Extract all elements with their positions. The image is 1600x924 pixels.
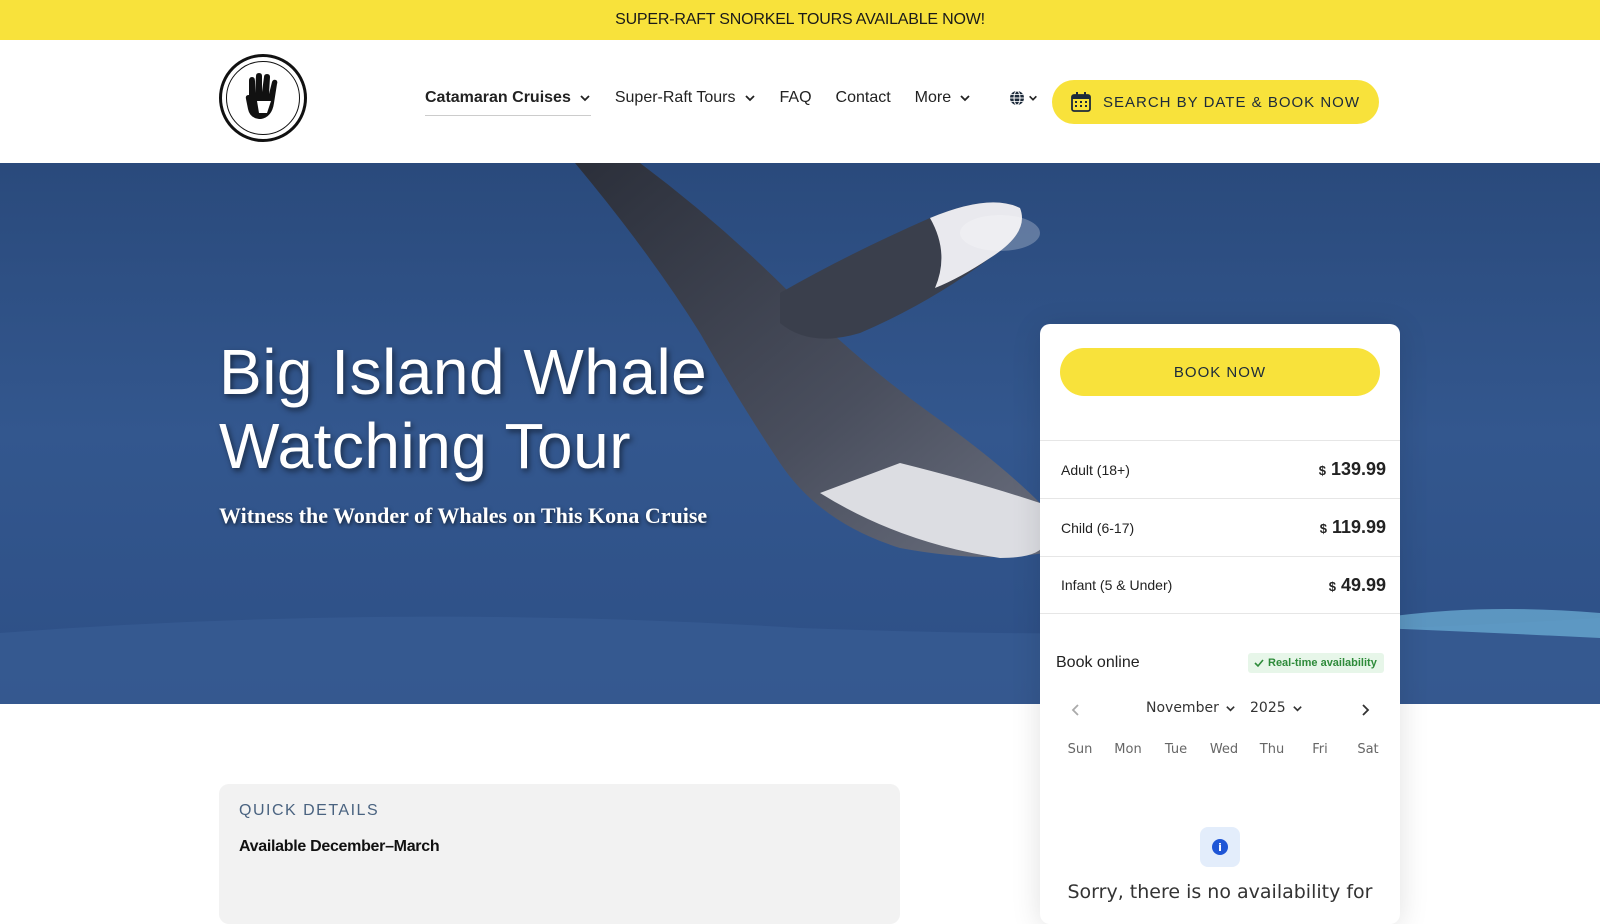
year-value: 2025 — [1250, 700, 1286, 716]
announcement-text[interactable]: SUPER-RAFT SNORKEL TOURS AVAILABLE NOW! — [615, 11, 985, 29]
price-label: Adult (18+) — [1061, 461, 1130, 478]
book-online-heading: Book online — [1056, 654, 1140, 671]
main-nav: Catamaran Cruises Super-Raft Tours FAQ C… — [425, 86, 1038, 116]
booking-widget: BOOK NOW Adult (18+) $139.99 Child (6-17… — [1040, 324, 1400, 924]
price-amount: 49.99 — [1340, 574, 1386, 595]
month-value: November — [1146, 700, 1219, 716]
nav-super-raft-tours[interactable]: Super-Raft Tours — [615, 86, 756, 110]
nav-label: Super-Raft Tours — [614, 89, 736, 106]
weekday-label: Sun — [1067, 742, 1093, 757]
nav-label: Contact — [835, 89, 891, 106]
chevron-down-icon — [744, 95, 755, 102]
price-label: Child (6-17) — [1061, 519, 1135, 536]
currency-symbol: $ — [1319, 521, 1327, 536]
globe-icon — [1010, 90, 1025, 106]
quick-details-label: QUICK DETAILS — [239, 802, 380, 819]
book-now-label: BOOK NOW — [1173, 363, 1267, 381]
price-label: Infant (5 & Under) — [1061, 577, 1173, 593]
weekday-label: Sat — [1357, 742, 1379, 757]
realtime-availability-badge: Real-time availability — [1248, 653, 1384, 673]
price-amount: 119.99 — [1331, 517, 1386, 537]
chevron-right-icon[interactable] — [1355, 700, 1375, 720]
month-select[interactable]: November — [1146, 700, 1236, 716]
price-row-child: Child (6-17) $119.99 — [1040, 498, 1400, 556]
chevron-down-icon — [1226, 705, 1235, 712]
weekday-label: Mon — [1114, 742, 1142, 757]
price-value: $49.99 — [1329, 575, 1386, 596]
price-value: $119.99 — [1320, 517, 1386, 538]
site-logo[interactable] — [219, 54, 307, 142]
search-book-label: SEARCH BY DATE & BOOK NOW — [1103, 93, 1360, 111]
chevron-left-icon[interactable] — [1066, 700, 1086, 720]
site-header: Catamaran Cruises Super-Raft Tours FAQ C… — [0, 40, 1600, 163]
weekday-label: Fri — [1312, 742, 1328, 757]
chevron-down-icon — [1029, 95, 1038, 101]
nav-catamaran-cruises[interactable]: Catamaran Cruises — [425, 86, 591, 116]
price-row-adult: Adult (18+) $139.99 — [1040, 440, 1400, 498]
book-now-button[interactable]: BOOK NOW — [1060, 348, 1380, 396]
nav-label: More — [914, 89, 952, 106]
hand-logo-icon — [245, 73, 278, 119]
info-icon: i — [1200, 827, 1240, 867]
nav-contact[interactable]: Contact — [836, 86, 891, 110]
search-book-button[interactable]: SEARCH BY DATE & BOOK NOW — [1052, 80, 1379, 124]
language-selector[interactable] — [1009, 90, 1038, 106]
hero-title: Big Island Whale Watching Tour — [219, 336, 708, 482]
calendar-icon — [1071, 92, 1091, 112]
chevron-down-icon — [960, 95, 970, 102]
nav-label: FAQ — [779, 89, 812, 106]
price-amount: 139.99 — [1330, 459, 1386, 479]
announcement-bar[interactable]: SUPER-RAFT SNORKEL TOURS AVAILABLE NOW! — [0, 0, 1600, 40]
weekday-label: Wed — [1209, 742, 1239, 757]
weekday-header: Sun Mon Tue Wed Thu Fri Sat — [1056, 742, 1392, 757]
hero-subtitle: Witness the Wonder of Whales on This Kon… — [219, 503, 708, 528]
price-value: $139.99 — [1319, 459, 1386, 480]
realtime-badge-label: Real-time availability — [1268, 657, 1377, 669]
currency-symbol: $ — [1328, 578, 1336, 594]
currency-symbol: $ — [1318, 463, 1326, 478]
weekday-label: Tue — [1164, 742, 1188, 757]
nav-label: Catamaran Cruises — [425, 89, 571, 106]
quick-details-value: Available December–March — [239, 838, 440, 855]
price-row-infant: Infant (5 & Under) $49.99 — [1040, 556, 1400, 614]
check-icon — [1254, 659, 1264, 668]
chevron-down-icon — [580, 95, 590, 102]
nav-more[interactable]: More — [915, 86, 971, 110]
info-dot: i — [1212, 839, 1228, 855]
quick-details-card: QUICK DETAILS Available December–March — [219, 784, 900, 924]
calendar-nav: November 2025 — [1040, 698, 1400, 722]
year-select[interactable]: 2025 — [1250, 700, 1303, 716]
chevron-down-icon — [1292, 705, 1302, 712]
weekday-label: Thu — [1259, 742, 1285, 757]
nav-faq[interactable]: FAQ — [780, 86, 812, 110]
